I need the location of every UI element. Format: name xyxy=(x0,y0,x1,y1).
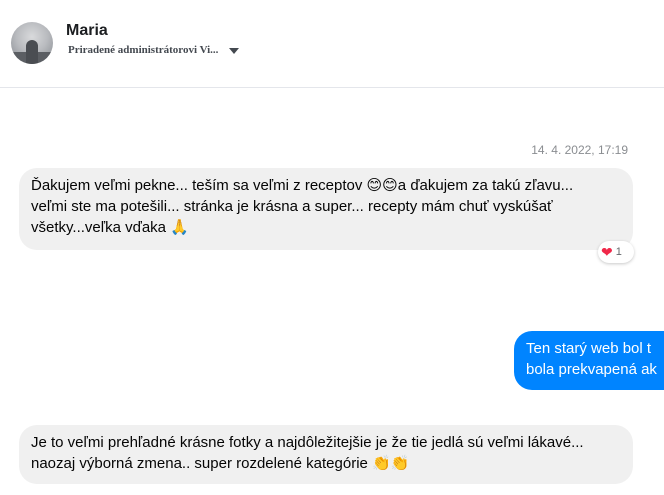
message-bubble-incoming[interactable]: Je to veľmi prehľadné krásne fotky a naj… xyxy=(19,425,633,484)
message-line: veľmi ste ma potešili... stránka je krás… xyxy=(31,198,553,215)
conversation-header: Maria Priradené administrátorovi Vi... xyxy=(0,0,664,88)
avatar[interactable] xyxy=(11,22,53,64)
heart-icon: ❤ xyxy=(601,244,613,260)
message-line: naozaj výborná zmena.. super rozdelené k… xyxy=(31,455,410,472)
message-line: Ďakujem veľmi pekne... teším sa veľmi z … xyxy=(31,177,574,194)
message-bubble-outgoing[interactable]: Ten starý web bol t bola prekvapená ak xyxy=(514,331,664,390)
caret-down-icon[interactable] xyxy=(229,48,239,54)
message-bubble-incoming[interactable]: Ďakujem veľmi pekne... teším sa veľmi z … xyxy=(19,168,633,250)
avatar-photo-figure xyxy=(26,40,38,64)
message-line: Ten starý web bol t xyxy=(526,340,652,357)
reaction-count: 1 xyxy=(615,246,622,258)
message-timestamp: 14. 4. 2022, 17:19 xyxy=(531,143,628,157)
reaction-badge[interactable]: ❤ 1 xyxy=(598,241,634,263)
contact-name[interactable]: Maria xyxy=(66,22,108,40)
message-line: bola prekvapená ak xyxy=(526,361,657,378)
message-line: Je to veľmi prehľadné krásne fotky a naj… xyxy=(31,434,584,451)
assigned-admin-label[interactable]: Priradené administrátorovi Vi... xyxy=(68,44,218,56)
message-line: všetky...veľka vďaka 🙏 xyxy=(31,219,189,236)
